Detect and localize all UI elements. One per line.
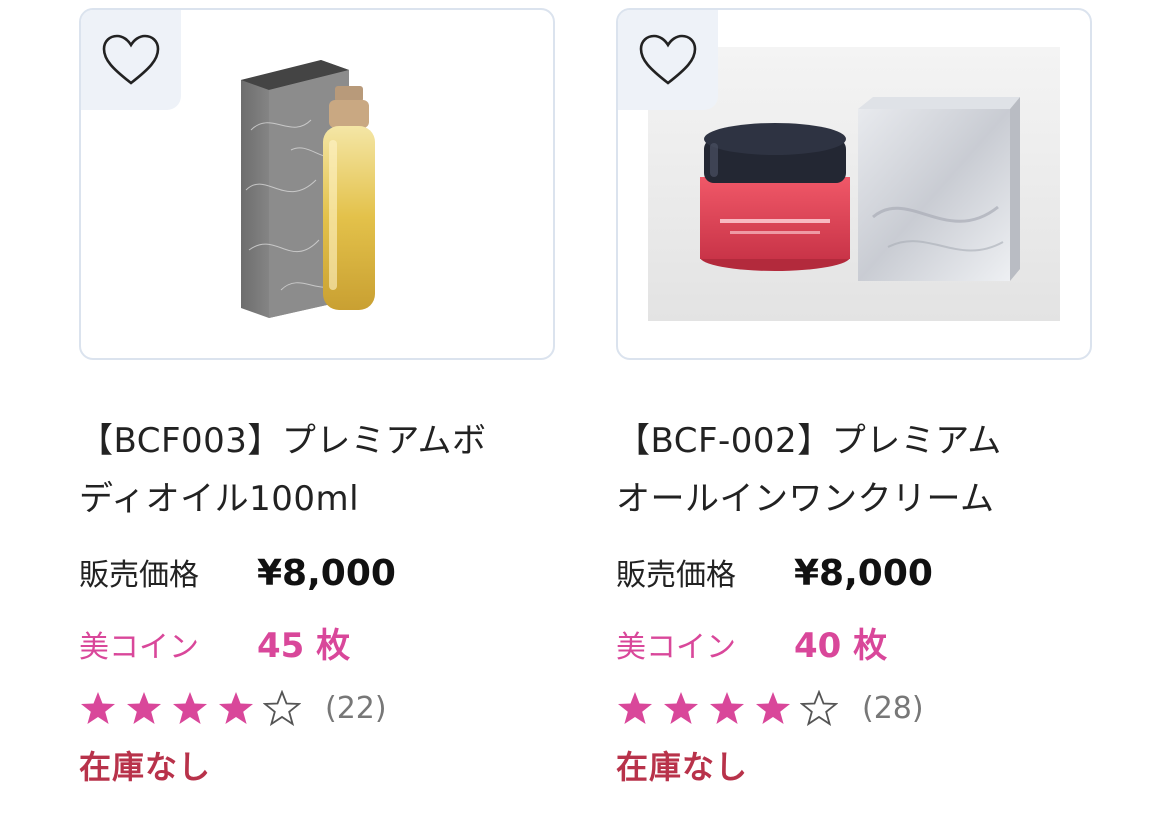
star-filled-icon <box>710 692 744 724</box>
product-title-line: オールインワンクリーム <box>616 479 995 519</box>
product-title-line: ディオイル100ml <box>79 479 360 519</box>
product-title-line: 【BCF003】プレミアムボ <box>79 421 487 461</box>
heart-icon <box>102 34 160 85</box>
price-label: 販売価格 <box>79 558 199 593</box>
price-row: 販売価格 ¥8,000 <box>616 550 1092 594</box>
coin-value: 45 枚 <box>257 626 351 666</box>
product-title[interactable]: 【BCF-002】プレミアム オールインワンクリーム <box>616 412 1092 528</box>
star-filled-icon <box>173 692 207 724</box>
coin-label: 美コイン <box>616 630 736 665</box>
star-filled-icon <box>756 692 790 724</box>
coin-label: 美コイン <box>79 630 199 665</box>
favorite-button[interactable] <box>618 10 718 110</box>
rating-row: (28) <box>616 688 1092 728</box>
favorite-button[interactable] <box>81 10 181 110</box>
stock-status: 在庫なし <box>79 748 212 786</box>
star-filled-icon <box>127 692 161 724</box>
price-row: 販売価格 ¥8,000 <box>79 550 555 594</box>
product-title-line: 【BCF-002】プレミアム <box>616 421 1002 461</box>
product-card[interactable]: 【BCF003】プレミアムボ ディオイル100ml 販売価格 ¥8,000 美コ… <box>79 8 555 788</box>
price-value: ¥8,000 <box>257 553 396 594</box>
product-image-box[interactable] <box>616 8 1092 360</box>
product-image <box>241 60 375 318</box>
review-count[interactable]: (22) <box>325 691 387 726</box>
product-grid: 【BCF003】プレミアムボ ディオイル100ml 販売価格 ¥8,000 美コ… <box>0 0 1170 838</box>
coin-row: 美コイン 40 枚 <box>616 618 1092 666</box>
star-filled-icon <box>219 692 253 724</box>
coin-row: 美コイン 45 枚 <box>79 618 555 666</box>
price-value: ¥8,000 <box>794 553 933 594</box>
star-filled-icon <box>81 692 115 724</box>
star-filled-icon <box>618 692 652 724</box>
star-filled-icon <box>664 692 698 724</box>
rating-row: (22) <box>79 688 555 728</box>
review-count[interactable]: (28) <box>862 691 924 726</box>
product-title[interactable]: 【BCF003】プレミアムボ ディオイル100ml <box>79 412 555 528</box>
heart-icon <box>639 34 697 85</box>
star-rating <box>79 690 301 726</box>
star-empty-icon <box>263 690 301 726</box>
star-rating <box>616 690 838 726</box>
product-image-box[interactable] <box>79 8 555 360</box>
price-label: 販売価格 <box>616 558 736 593</box>
star-empty-icon <box>800 690 838 726</box>
coin-value: 40 枚 <box>794 626 888 666</box>
stock-status: 在庫なし <box>616 748 749 786</box>
product-card[interactable]: 【BCF-002】プレミアム オールインワンクリーム 販売価格 ¥8,000 美… <box>616 8 1092 788</box>
